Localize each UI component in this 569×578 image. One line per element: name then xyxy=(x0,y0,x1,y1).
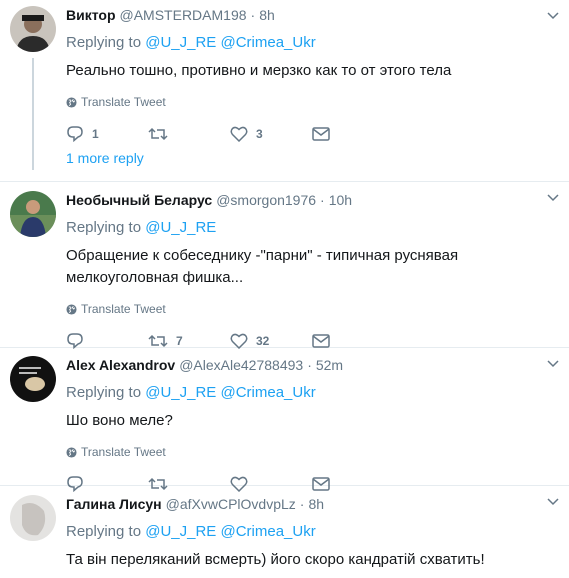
like-button[interactable]: 32 xyxy=(230,333,312,349)
tweet-text: Та він переляканий всмерть) його скоро к… xyxy=(66,551,485,568)
chevron-down-icon[interactable] xyxy=(547,498,559,506)
tweet-content: Alex Alexandrov @AlexAle42788493 · 52m R… xyxy=(66,356,559,492)
replying-to: Replying to @U_J_RE @Crimea_Ukr xyxy=(66,34,559,52)
translate-tweet-link[interactable]: Translate Tweet xyxy=(66,301,559,317)
tweet-header: Alex Alexandrov @AlexAle42788493 · 52m xyxy=(66,357,559,375)
separator-dot: · xyxy=(299,496,305,512)
mention-link[interactable]: @U_J_RE xyxy=(145,384,216,401)
tweet-text: Реально тошно, противно и мерзко как то … xyxy=(66,62,452,79)
tweet-content: Галина Лисун @afXvwCPlOvdvpLz · 8h Reply… xyxy=(66,495,559,578)
replying-to: Replying to @U_J_RE @Crimea_Ukr xyxy=(66,384,559,402)
replying-to: Replying to @U_J_RE xyxy=(66,219,559,237)
separator-dot: · xyxy=(307,357,312,373)
more-replies-link[interactable]: 1 more reply xyxy=(66,150,144,166)
tweet-time[interactable]: 8h xyxy=(259,7,275,23)
author-username[interactable]: @AlexAle42788493 xyxy=(179,357,303,373)
avatar-column xyxy=(10,356,56,485)
mention-link[interactable]: @Crimea_Ukr xyxy=(220,384,315,401)
author-name[interactable]: Alex Alexandrov xyxy=(66,357,175,373)
reply-icon xyxy=(67,126,83,142)
direct-message-button[interactable] xyxy=(312,127,342,141)
like-count: 3 xyxy=(256,127,263,141)
tweet[interactable]: Галина Лисун @afXvwCPlOvdvpLz · 8h Reply… xyxy=(0,486,569,578)
separator-dot: · xyxy=(320,192,325,208)
mention-link[interactable]: @U_J_RE xyxy=(145,219,216,236)
chevron-down-icon[interactable] xyxy=(547,360,559,368)
avatar-column xyxy=(10,495,56,578)
mail-icon xyxy=(312,334,330,348)
globe-icon xyxy=(66,303,77,315)
tweet[interactable]: Alex Alexandrov @AlexAle42788493 · 52m R… xyxy=(0,348,569,492)
author-name[interactable]: Виктор xyxy=(66,7,116,23)
translate-label: Translate Tweet xyxy=(81,445,166,459)
heart-icon xyxy=(230,126,248,142)
tweet-text: Шо воно меле? xyxy=(66,412,173,429)
mention-link[interactable]: @U_J_RE xyxy=(145,523,216,540)
tweet-time[interactable]: 10h xyxy=(329,192,352,208)
tweet-content: Необычный Беларус @smorgon1976 · 10h Rep… xyxy=(66,191,559,349)
thread-line xyxy=(32,58,34,170)
retweet-count: 7 xyxy=(176,334,183,348)
heart-icon xyxy=(230,333,248,349)
tweet-actions: 1 3 xyxy=(66,124,559,144)
reply-button[interactable] xyxy=(66,333,148,349)
avatar[interactable] xyxy=(10,495,56,541)
avatar-column xyxy=(10,6,56,181)
author-username[interactable]: @afXvwCPlOvdvpLz xyxy=(166,496,296,512)
author-username[interactable]: @AMSTERDAM198 xyxy=(120,7,247,23)
retweet-icon xyxy=(148,127,168,141)
replying-to: Replying to @U_J_RE @Crimea_Ukr xyxy=(66,523,559,541)
tweet-time[interactable]: 8h xyxy=(308,496,324,512)
tweet-header: Необычный Беларус @smorgon1976 · 10h xyxy=(66,192,559,210)
avatar[interactable] xyxy=(10,191,56,237)
mail-icon xyxy=(312,127,330,141)
tweet-text: Обращение к собеседнику -"парни" - типич… xyxy=(66,247,459,286)
mention-link[interactable]: @U_J_RE xyxy=(145,34,216,51)
like-count: 32 xyxy=(256,334,270,348)
globe-icon xyxy=(66,96,77,108)
avatar[interactable] xyxy=(10,6,56,52)
tweet[interactable]: Необычный Беларус @smorgon1976 · 10h Rep… xyxy=(0,182,569,349)
replying-prefix: Replying to xyxy=(66,34,142,51)
retweet-button[interactable] xyxy=(148,126,230,142)
translate-tweet-link[interactable]: Translate Tweet xyxy=(66,444,559,460)
translate-label: Translate Tweet xyxy=(81,95,166,109)
chevron-down-icon[interactable] xyxy=(547,194,559,202)
retweet-button[interactable]: 7 xyxy=(148,333,230,349)
like-button[interactable]: 3 xyxy=(230,126,312,142)
replying-prefix: Replying to xyxy=(66,523,142,540)
chevron-down-icon[interactable] xyxy=(547,12,559,20)
globe-icon xyxy=(66,446,77,458)
avatar-column xyxy=(10,191,56,347)
translate-label: Translate Tweet xyxy=(81,302,166,316)
tweet-header: Галина Лисун @afXvwCPlOvdvpLz · 8h xyxy=(66,496,559,514)
separator-dot: · xyxy=(250,7,256,23)
replying-prefix: Replying to xyxy=(66,384,142,401)
mention-link[interactable]: @Crimea_Ukr xyxy=(220,523,315,540)
reply-count: 1 xyxy=(92,127,99,141)
author-name[interactable]: Галина Лисун xyxy=(66,496,162,512)
avatar[interactable] xyxy=(10,356,56,402)
reply-button[interactable]: 1 xyxy=(66,126,148,142)
direct-message-button[interactable] xyxy=(312,334,342,348)
tweet[interactable]: Виктор @AMSTERDAM198 · 8h Replying to @U… xyxy=(0,0,569,182)
translate-tweet-link[interactable]: Translate Tweet xyxy=(66,94,559,110)
replying-prefix: Replying to xyxy=(66,219,142,236)
reply-icon xyxy=(67,333,83,349)
author-username[interactable]: @smorgon1976 xyxy=(216,192,316,208)
tweet-time[interactable]: 52m xyxy=(316,357,343,373)
retweet-icon xyxy=(148,334,168,348)
tweet-header: Виктор @AMSTERDAM198 · 8h xyxy=(66,7,559,25)
author-name[interactable]: Необычный Беларус xyxy=(66,192,212,208)
mention-link[interactable]: @Crimea_Ukr xyxy=(220,34,315,51)
